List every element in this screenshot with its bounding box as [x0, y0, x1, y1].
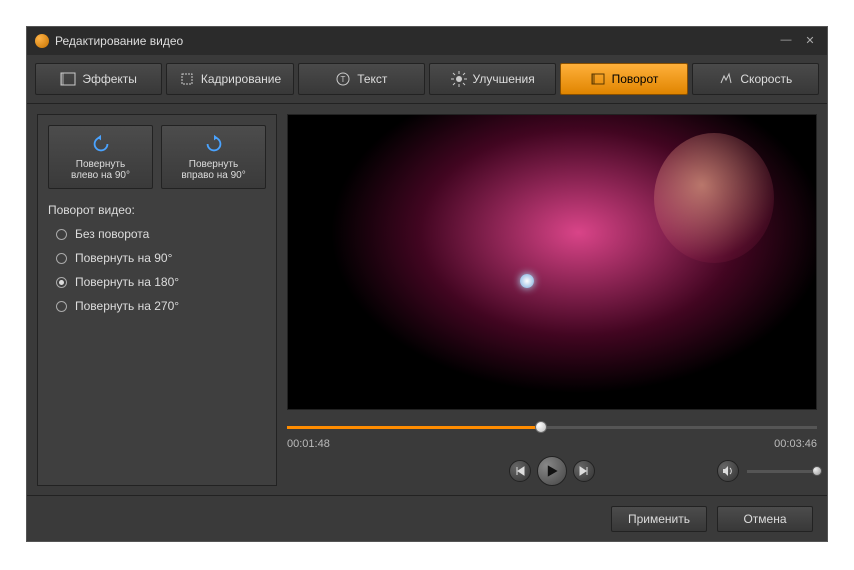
text-icon: T	[335, 71, 351, 87]
radio-indicator	[56, 229, 67, 240]
next-button[interactable]	[573, 460, 595, 482]
seek-fill	[287, 426, 541, 429]
next-icon	[579, 466, 589, 476]
radio-label: Без поворота	[75, 227, 149, 241]
rotate-left-icon	[90, 133, 112, 155]
rotate-panel: Повернуть влево на 90° Повернуть вправо …	[37, 114, 277, 486]
tab-label: Улучшения	[473, 72, 535, 86]
tab-label: Текст	[357, 72, 387, 86]
seek-bar[interactable]	[287, 418, 817, 436]
tab-speed[interactable]: Скорость	[692, 63, 819, 95]
video-preview[interactable]	[287, 114, 817, 410]
volume-slider[interactable]	[747, 470, 817, 473]
radio-indicator	[56, 253, 67, 264]
preview-frame	[288, 115, 816, 409]
app-icon	[35, 34, 49, 48]
tab-rotate[interactable]: Поворот	[560, 63, 687, 95]
cancel-button[interactable]: Отмена	[717, 506, 813, 532]
player-controls	[287, 456, 817, 486]
speed-icon	[718, 71, 734, 87]
enhance-icon	[451, 71, 467, 87]
volume-button[interactable]	[717, 460, 739, 482]
seek-thumb[interactable]	[535, 421, 547, 433]
current-time: 00:01:48	[287, 438, 330, 450]
tab-bar: Эффекты Кадрирование T Текст Улучшения П…	[27, 55, 827, 104]
radio-option-3[interactable]: Повернуть на 270°	[56, 299, 266, 313]
play-icon	[545, 464, 559, 478]
rotate-left-label-2: влево на 90°	[71, 170, 130, 181]
radio-label: Повернуть на 270°	[75, 299, 179, 313]
effects-icon	[60, 71, 76, 87]
tab-effects[interactable]: Эффекты	[35, 63, 162, 95]
volume-icon	[722, 465, 734, 477]
radio-indicator	[56, 301, 67, 312]
total-time: 00:03:46	[774, 438, 817, 450]
svg-text:T: T	[341, 75, 346, 84]
radio-label: Повернуть на 180°	[75, 275, 179, 289]
volume-thumb[interactable]	[812, 466, 822, 476]
rotate-right-button[interactable]: Повернуть вправо на 90°	[161, 125, 266, 189]
preview-panel: 00:01:48 00:03:46	[287, 114, 817, 486]
video-edit-window: Редактирование видео — ✕ Эффекты Кадриро…	[26, 26, 828, 542]
titlebar: Редактирование видео — ✕	[27, 27, 827, 55]
rotate-right-label-1: Повернуть	[189, 159, 238, 170]
rotate-section-label: Поворот видео:	[48, 203, 266, 217]
prev-icon	[515, 466, 525, 476]
tab-label: Кадрирование	[201, 72, 281, 86]
rotate-left-button[interactable]: Повернуть влево на 90°	[48, 125, 153, 189]
rotate-right-icon	[203, 133, 225, 155]
apply-button[interactable]: Применить	[611, 506, 707, 532]
minimize-button[interactable]: —	[777, 34, 795, 48]
play-button[interactable]	[537, 456, 567, 486]
tab-label: Эффекты	[82, 72, 137, 86]
radio-option-0[interactable]: Без поворота	[56, 227, 266, 241]
radio-option-1[interactable]: Повернуть на 90°	[56, 251, 266, 265]
tab-text[interactable]: T Текст	[298, 63, 425, 95]
time-row: 00:01:48 00:03:46	[287, 438, 817, 450]
tab-label: Скорость	[740, 72, 792, 86]
crop-icon	[179, 71, 195, 87]
radio-label: Повернуть на 90°	[75, 251, 172, 265]
radio-indicator	[56, 277, 67, 288]
tab-label: Поворот	[612, 72, 659, 86]
prev-button[interactable]	[509, 460, 531, 482]
tab-crop[interactable]: Кадрирование	[166, 63, 293, 95]
radio-option-2[interactable]: Повернуть на 180°	[56, 275, 266, 289]
rotate-icon	[590, 71, 606, 87]
close-button[interactable]: ✕	[801, 34, 819, 48]
window-title: Редактирование видео	[55, 34, 771, 48]
dialog-footer: Применить Отмена	[27, 495, 827, 541]
rotate-left-label-1: Повернуть	[76, 159, 125, 170]
rotate-right-label-2: вправо на 90°	[181, 170, 245, 181]
content-area: Повернуть влево на 90° Повернуть вправо …	[27, 104, 827, 496]
tab-enhance[interactable]: Улучшения	[429, 63, 556, 95]
